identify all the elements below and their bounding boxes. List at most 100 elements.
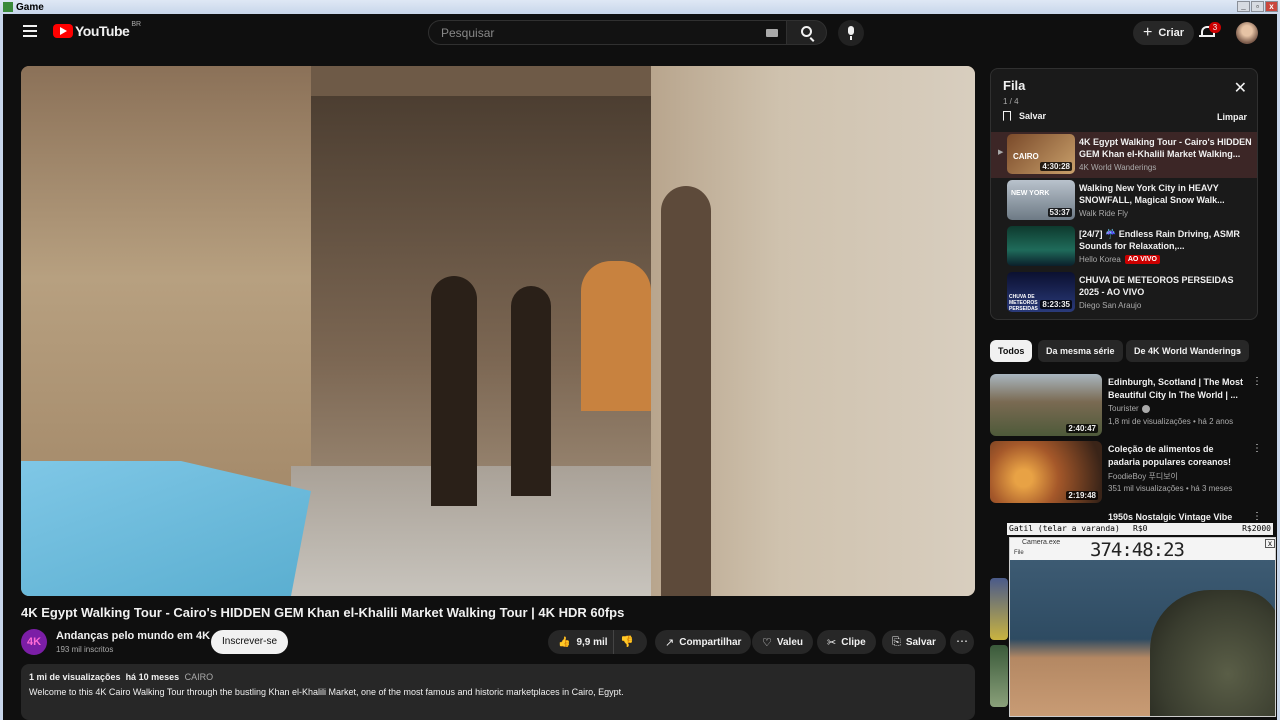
search-input[interactable] [429, 21, 729, 44]
queue-item[interactable]: NEW YORK 53:37 Walking New York City in … [991, 178, 1257, 224]
like-count: 9,9 mil [576, 636, 608, 648]
chevron-right-icon[interactable]: › [1237, 344, 1241, 358]
queue-clear-button[interactable]: Limpar [1217, 112, 1247, 122]
window-frame-left [0, 14, 3, 720]
country-code: BR [131, 20, 142, 28]
recommendation-thumbnail: 2:40:47 [990, 374, 1102, 436]
maximize-button[interactable]: ▫ [1251, 1, 1264, 12]
masthead: YouTube BR + Criar 3 [3, 14, 1277, 50]
queue-item-title: Walking New York City in HEAVY SNOWFALL,… [1079, 183, 1225, 205]
create-label: Criar [1158, 27, 1185, 39]
description-box[interactable]: 1 mi de visualizações há 10 meses CAIRO … [21, 664, 975, 720]
save-label: Salvar [905, 636, 936, 648]
recommendation-channel: FoodieBoy 푸디보이 [1108, 471, 1178, 482]
queue-thumbnail: NEW YORK 53:37 [1007, 180, 1075, 220]
share-button[interactable]: ↗ Compartilhar [655, 630, 752, 654]
camera-feed-figure [1150, 590, 1275, 716]
video-frame-floor [291, 466, 671, 596]
minimize-button[interactable]: _ [1237, 1, 1250, 12]
view-count: 1 mi de visualizações [29, 672, 121, 682]
age-label: há 2 anos [1197, 417, 1234, 426]
create-button[interactable]: + Criar [1133, 21, 1195, 45]
upload-age: há 10 meses [125, 672, 180, 682]
chip-all[interactable]: Todos [990, 340, 1033, 362]
clip-button[interactable]: ✂ Clipe [817, 630, 876, 654]
queue-save-button[interactable]: Salvar [1003, 111, 1046, 121]
channel-avatar[interactable]: 4K [21, 629, 47, 655]
window-titlebar: Game _ ▫ x [0, 0, 1280, 14]
window-title: Game [16, 1, 44, 13]
more-options-icon[interactable]: ⋮ [1252, 511, 1262, 522]
logo-text: YouTube [75, 23, 130, 39]
overlay-mid-text: R$0 [1133, 524, 1148, 533]
verified-icon [1141, 404, 1150, 413]
thumbnail-text: CAIRO [1013, 152, 1039, 161]
youtube-logo[interactable]: YouTube BR [53, 20, 142, 39]
recommendation-item[interactable]: 1950s Nostalgic Vintage Vibe ⋮ [990, 509, 1262, 523]
camera-feed [1010, 560, 1275, 716]
channel-label: Diego San Araujo [1079, 301, 1142, 310]
recommendation-thumbnail-partial[interactable] [990, 578, 1008, 640]
more-options-icon[interactable]: ⋮ [1252, 376, 1262, 387]
queue-thumbnail: CAIRO 4:30:28 [1007, 134, 1075, 174]
close-icon[interactable]: x [1265, 539, 1275, 548]
subscriber-count: 193 mil inscritos [56, 645, 114, 654]
close-window-button[interactable]: x [1265, 1, 1278, 12]
overlay-left-text: Gatil (telar a varanda) [1009, 524, 1120, 533]
queue-panel: Fila 1 / 4 ✕ Salvar Limpar ▶ CAIRO 4:30:… [990, 68, 1258, 320]
recommendation-thumbnail: 2:19:48 [990, 441, 1102, 503]
location-tag[interactable]: CAIRO [185, 672, 214, 682]
app-icon [3, 2, 13, 12]
thumbnail-text: NEW YORK [1011, 190, 1050, 197]
search-button[interactable] [786, 20, 827, 45]
now-playing-icon: ▶ [998, 149, 1004, 156]
subscribe-button[interactable]: Inscrever-se [211, 630, 289, 654]
channel-name[interactable]: Andanças pelo mundo em 4K [56, 630, 210, 642]
recommendation-thumbnail-partial[interactable] [990, 645, 1008, 707]
chip-from-channel[interactable]: De 4K World Wanderings [1126, 340, 1250, 362]
thumbs-down-icon[interactable]: 👎 [620, 635, 634, 648]
camera-title: Camera.exe [1022, 539, 1061, 546]
queue-item-channel: Walk Ride Fly [1079, 209, 1128, 218]
like-button[interactable]: 👍 9,9 mil [548, 630, 614, 654]
video-frame-lit-arch [581, 261, 651, 411]
queue-item-channel: Hello Korea AO VIVO [1079, 255, 1160, 264]
close-queue-icon[interactable]: ✕ [1234, 78, 1247, 98]
video-frame-arch [511, 286, 551, 496]
more-options-icon[interactable]: ⋮ [1252, 443, 1262, 454]
bookmark-icon [1003, 111, 1011, 121]
youtube-play-icon [53, 24, 73, 38]
keyboard-icon[interactable] [766, 29, 778, 37]
hamburger-menu-icon[interactable] [23, 25, 37, 37]
queue-save-label: Salvar [1019, 111, 1047, 121]
queue-item[interactable]: [24/7] ☔ Endless Rain Driving, ASMR Soun… [991, 224, 1257, 270]
live-badge: AO VIVO [1124, 255, 1160, 264]
video-player[interactable] [21, 66, 975, 596]
account-avatar[interactable] [1236, 22, 1258, 44]
share-icon: ↗ [665, 636, 675, 649]
duration-badge: 53:37 [1047, 208, 1072, 217]
camera-menu-file[interactable]: File [1014, 550, 1024, 556]
duration-badge: 4:30:28 [1040, 162, 1072, 171]
chip-same-series[interactable]: Da mesma série [1038, 340, 1123, 362]
recommendation-item[interactable]: 2:40:47 Edinburgh, Scotland | The Most B… [990, 374, 1262, 438]
overlay-right-text: R$2000 [1242, 524, 1271, 533]
clip-label: Clipe [841, 636, 866, 648]
notification-count-badge: 3 [1209, 22, 1221, 33]
views-label: 351 mil visualizações [1108, 484, 1184, 493]
search-box [428, 20, 787, 45]
queue-title: Fila [1003, 78, 1026, 93]
overlay-status-bar: Gatil (telar a varanda) R$0 R$2000 [1007, 523, 1273, 535]
recommendation-item[interactable]: 2:19:48 Coleção de alimentos de padaria … [990, 441, 1262, 505]
thanks-button[interactable]: ♡ Valeu [752, 630, 814, 654]
recommendation-channel: Tourister [1108, 404, 1150, 413]
recommendation-title: Coleção de alimentos de padaria populare… [1108, 444, 1232, 467]
queue-item[interactable]: ▶ CAIRO 4:30:28 4K Egypt Walking Tour - … [991, 132, 1257, 178]
queue-item[interactable]: CHUVA DE METEOROS PERSEIDAS 8:23:35 CHUV… [991, 270, 1257, 316]
channel-label: FoodieBoy 푸디보이 [1108, 472, 1178, 481]
more-actions-icon[interactable]: ⋯ [950, 630, 974, 654]
save-button[interactable]: ⎘ Salvar [882, 630, 946, 654]
voice-search-mic-icon[interactable] [838, 20, 864, 46]
description-text: Welcome to this 4K Cairo Walking Tour th… [29, 687, 624, 697]
video-meta: 1 mi de visualizações há 10 meses CAIRO [29, 672, 967, 682]
